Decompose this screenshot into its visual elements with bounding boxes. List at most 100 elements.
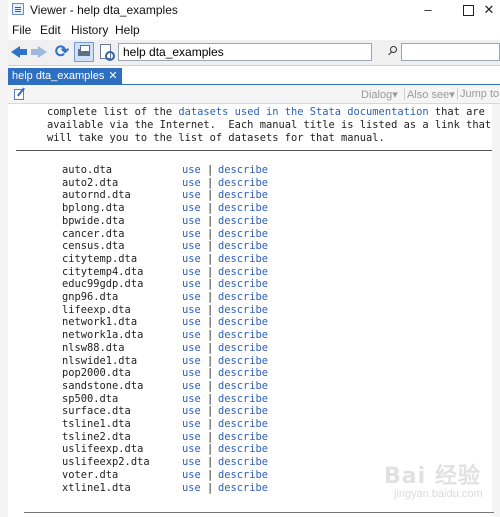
use-link[interactable]: use [182,393,201,406]
menu-file[interactable]: File [12,23,31,37]
print-icon[interactable] [74,42,94,62]
jump-to-menu[interactable]: Jump to [460,88,499,100]
describe-link[interactable]: describe [218,342,268,355]
describe-link[interactable]: describe [218,240,268,253]
describe-link[interactable]: describe [218,164,268,177]
describe-link[interactable]: describe [218,215,268,228]
dataset-filename: sandstone.dta [62,379,144,392]
find-input[interactable] [401,43,500,61]
describe-link[interactable]: describe [218,316,268,329]
tab-close-icon[interactable]: ✕ [108,70,117,82]
dataset-filename: educ99gdp.dta [62,278,144,291]
use-link[interactable]: use [182,405,201,418]
dataset-filename: citytemp.dta [62,252,138,265]
use-link[interactable]: use [182,266,201,279]
describe-link[interactable]: describe [218,443,268,456]
also-see-menu[interactable]: Also see▾ [407,88,455,101]
use-link[interactable]: use [182,367,201,380]
use-link[interactable]: use [182,202,201,215]
describe-link[interactable]: describe [218,253,268,266]
maximize-icon [462,5,474,17]
use-link[interactable]: use [182,278,201,291]
list-item: gnp96.dta use | describe [16,291,496,304]
link-separator: | [207,405,214,418]
dataset-filename: bplong.dta [62,202,125,215]
viewer-search-icon[interactable] [97,43,115,61]
list-item: citytemp.dta use | describe [16,253,496,266]
describe-link[interactable]: describe [218,367,268,380]
describe-link[interactable]: describe [218,380,268,393]
describe-link[interactable]: describe [218,177,268,190]
use-link[interactable]: use [182,469,201,482]
use-link[interactable]: use [182,316,201,329]
use-link[interactable]: use [182,215,201,228]
use-link[interactable]: use [182,355,201,368]
describe-link[interactable]: describe [218,304,268,317]
tab-help-dta-examples[interactable]: help dta_examples ✕ [8,68,122,84]
dataset-filename: auto.dta [62,164,113,176]
vertical-scrollbar[interactable] [492,104,500,517]
list-item: network1.dta use | describe [16,316,496,329]
describe-link[interactable]: describe [218,228,268,241]
describe-link[interactable]: describe [218,405,268,418]
use-link[interactable]: use [182,291,201,304]
dataset-filename: lifeexp.dta [62,303,131,316]
use-link[interactable]: use [182,329,201,342]
describe-link[interactable]: describe [218,456,268,469]
menu-history[interactable]: History [71,23,108,37]
list-item: sandstone.dta use | describe [16,380,496,393]
use-link[interactable]: use [182,228,201,241]
refresh-icon[interactable]: ⟳ [53,43,71,61]
use-link[interactable]: use [182,164,201,177]
describe-link[interactable]: describe [218,418,268,431]
dataset-filename: gnp96.dta [62,291,119,303]
use-link[interactable]: use [182,456,201,469]
use-link[interactable]: use [182,443,201,456]
close-window-button[interactable]: ✕ [478,0,500,20]
dataset-filename: xtline1.dta [62,481,131,494]
link-separator: | [207,303,214,316]
describe-link[interactable]: describe [218,189,268,202]
describe-link[interactable]: describe [218,431,268,444]
describe-link[interactable]: describe [218,329,268,342]
describe-link[interactable]: describe [218,355,268,368]
menu-help[interactable]: Help [115,23,140,37]
use-link[interactable]: use [182,418,201,431]
describe-link[interactable]: describe [218,393,268,406]
command-input[interactable] [118,43,372,61]
describe-link[interactable]: describe [218,291,268,304]
use-link[interactable]: use [182,482,201,495]
use-link[interactable]: use [182,380,201,393]
link-separator: | [207,265,214,278]
describe-link[interactable]: describe [218,202,268,215]
list-item: network1a.dta use | describe [16,329,496,342]
link-separator: | [207,341,214,354]
link-separator: | [207,214,214,227]
use-link[interactable]: use [182,304,201,317]
use-link[interactable]: use [182,177,201,190]
use-link[interactable]: use [182,431,201,444]
use-link[interactable]: use [182,240,201,253]
dialog-menu[interactable]: Dialog▾ [361,88,398,101]
describe-link[interactable]: describe [218,266,268,279]
separator [457,88,458,100]
minimize-button[interactable]: – [408,0,448,20]
chevron-down-icon: ▾ [449,89,455,101]
describe-link[interactable]: describe [218,469,268,482]
datasets-documentation-link[interactable]: datasets used in the Stata documentation [178,106,428,118]
dataset-filename: nlswide1.dta [62,354,138,367]
list-item: uslifeexp.dta use | describe [16,443,496,456]
link-separator: | [207,176,214,189]
list-item: lifeexp.dta use | describe [16,304,496,317]
list-item: tsline1.dta use | describe [16,418,496,431]
use-link[interactable]: use [182,342,201,355]
use-link[interactable]: use [182,253,201,266]
menu-edit[interactable]: Edit [40,23,61,37]
back-arrow-icon[interactable] [10,43,28,61]
describe-link[interactable]: describe [218,278,268,291]
use-link[interactable]: use [182,189,201,202]
list-item: educ99gdp.dta use | describe [16,278,496,291]
edit-icon[interactable] [14,87,26,100]
describe-link[interactable]: describe [218,482,268,495]
forward-arrow-icon[interactable] [30,43,48,61]
